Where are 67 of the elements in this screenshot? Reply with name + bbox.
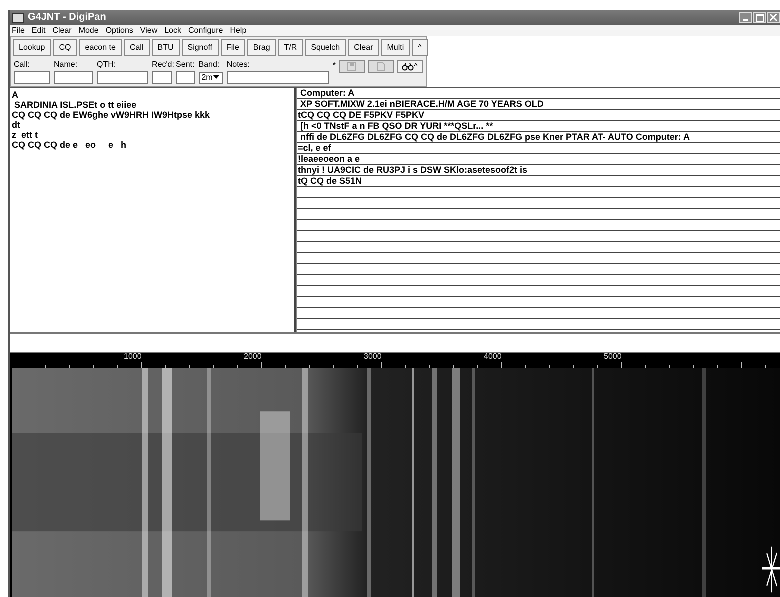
input-field[interactable] — [152, 71, 172, 84]
binoculars-button[interactable]: ^ — [397, 60, 424, 73]
minimize-button[interactable] — [739, 12, 752, 23]
transmit-field[interactable] — [10, 332, 780, 353]
toolbar-button[interactable]: Clear — [348, 39, 380, 56]
window-title: G4JNT - DigiPan — [28, 12, 106, 23]
scale-label: 5000 — [604, 353, 622, 361]
toolbar-button[interactable]: File — [220, 39, 246, 56]
menu-item[interactable]: Configure — [188, 26, 224, 35]
page-icon — [376, 62, 386, 72]
toolbar-button[interactable]: Squelch — [305, 39, 346, 56]
notes-marker: * — [332, 61, 336, 70]
menu-item[interactable]: Lock — [164, 26, 182, 35]
toolbar-button[interactable]: ^ — [412, 39, 428, 56]
menu-item[interactable]: Help — [230, 26, 247, 35]
app-icon — [12, 12, 24, 22]
binoculars-icon — [402, 62, 414, 70]
channel-row[interactable]: nffi de DL6ZFG DL6ZFG CQ CQ de DL6ZFG DL6ZFG pse Kner PTAR AT- AUTO Computer: A — [297, 132, 780, 143]
receive-text: dt — [12, 120, 22, 130]
toolbar-button[interactable]: T/R — [278, 39, 304, 56]
menu-item[interactable]: View — [140, 26, 158, 35]
field-label: QTH: — [97, 60, 118, 70]
field-label: Name: — [54, 60, 79, 70]
receive-text: CQ CQ CQ de e eo e h — [12, 140, 128, 150]
toolbar-button[interactable]: CQ — [53, 39, 78, 56]
field-label: Call: — [14, 60, 32, 70]
input-field[interactable] — [54, 71, 94, 84]
field-label: Notes: — [226, 60, 251, 70]
channel-row[interactable]: Computer: A — [297, 88, 780, 99]
menu-item[interactable]: Options — [106, 26, 134, 35]
menu-item[interactable]: File — [12, 26, 25, 35]
channel-row[interactable]: !leaeeoeon a e — [297, 154, 780, 165]
field-label: Band: — [198, 60, 221, 70]
receive-text: SARDINIA ISL.PSEt o tt eiiee — [14, 100, 138, 110]
input-field[interactable] — [226, 71, 329, 84]
toolbar-button[interactable]: Multi — [381, 39, 410, 56]
toolbar-button[interactable]: Lookup — [13, 39, 52, 56]
maximize-button[interactable] — [753, 12, 766, 23]
dropdown-arrow-icon — [212, 75, 220, 80]
field-label: Rec'd: — [152, 60, 172, 70]
field-label: Sent: — [176, 60, 195, 70]
receive-text: z ett t — [12, 130, 39, 140]
scale-label: 3000 — [364, 353, 382, 361]
input-field[interactable] — [97, 71, 148, 84]
menu-item[interactable]: Clear — [52, 26, 72, 35]
channel-row[interactable]: tCQ CQ CQ DE F5PKV F5PKV — [297, 110, 780, 121]
receive-text: A — [12, 90, 20, 100]
toolbar-button[interactable]: Brag — [247, 39, 276, 56]
channel-row[interactable]: thnyi ! UA9CIC de RU3PJ i s DSW SKlo:asetesoof2t is — [297, 165, 780, 176]
toolbar-button[interactable]: Call — [124, 39, 150, 56]
toolbar-button[interactable]: BTU — [152, 39, 180, 56]
menu-item[interactable]: Edit — [32, 26, 46, 35]
toolbar-button[interactable]: eacon te — [79, 39, 122, 56]
toolbar-button[interactable]: Signoff — [182, 39, 218, 56]
channel-row[interactable]: [h <0 TNstF a n FB QSO DR YURI ***QSLr... ** — [297, 121, 780, 132]
menu-item[interactable]: Mode — [78, 26, 99, 35]
scale-label: 4000 — [484, 353, 502, 361]
receive-text: CQ CQ CQ de EW6ghe vW9HRH IW9Htpse kkk — [12, 110, 212, 120]
channel-row[interactable]: tQ CQ de S51N — [297, 176, 780, 187]
close-button[interactable] — [767, 12, 780, 23]
scale-label: 2000 — [244, 353, 262, 361]
scale-label: 1000 — [124, 353, 142, 361]
band-select[interactable]: 2m — [198, 72, 223, 84]
channel-row[interactable]: XP SOFT.MIXW 2.1ei nBIERACE.H/M AGE 70 YEARS OLD — [297, 99, 780, 110]
input-field[interactable] — [14, 71, 50, 84]
input-field[interactable] — [176, 71, 195, 84]
channel-row[interactable]: =cl, e ef — [297, 143, 780, 154]
